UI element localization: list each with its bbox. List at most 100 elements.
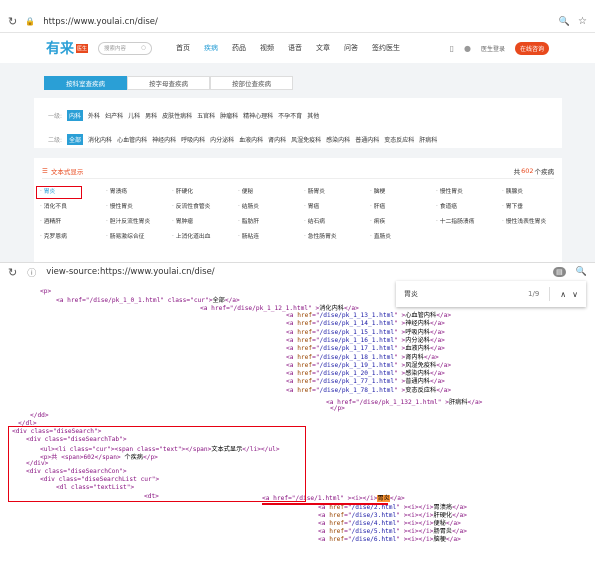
level1-item[interactable]: 其他 [307, 111, 319, 120]
disease-link[interactable]: · 肠胃炎 [304, 186, 325, 195]
list-title[interactable]: 文本式显示 [51, 166, 84, 176]
disease-link[interactable]: · 肠易激综合征 [106, 231, 144, 240]
underline-mark [262, 503, 388, 505]
disease-link[interactable]: · 胃肿瘤 [172, 216, 193, 225]
level2-item[interactable]: 普通内科 [355, 135, 379, 144]
search-icon[interactable]: ○ [141, 45, 146, 51]
disease-name: 结肠炎 [241, 204, 260, 210]
disease-link[interactable]: · 脂肪肝 [238, 216, 259, 225]
star-icon[interactable]: ☆ [578, 16, 587, 27]
disease-link[interactable]: · 慢性胃炎 [436, 186, 463, 195]
site-header: 有来 医生 搜索内容 ○ 首页 疾病 药品 视频 语音 文章 问答 签约医生 ▯ … [0, 34, 595, 62]
disease-link[interactable]: · 肝硬化 [172, 186, 193, 195]
level2-item[interactable]: 变态反应科 [384, 135, 414, 144]
level2-item[interactable]: 全部 [67, 134, 84, 145]
level2-item[interactable]: 感染内科 [326, 135, 350, 144]
url-text[interactable]: view-source:https://www.youlai.cn/dise/ [46, 267, 214, 277]
reload-icon[interactable]: ↻ [8, 266, 17, 279]
disease-link[interactable]: · 克罗恩病 [40, 231, 67, 240]
level1-item[interactable]: 内科 [67, 110, 84, 121]
level1-item[interactable]: 精神心理科 [243, 111, 273, 120]
disease-link[interactable]: · 便秘 [238, 186, 253, 195]
disease-link[interactable]: · 胆汁反流性胃炎 [106, 216, 150, 225]
disease-name: 胆汁反流性胃炎 [109, 219, 151, 225]
disease-name: 消化不良 [43, 204, 67, 210]
src-line: <p> [40, 288, 52, 295]
disease-link[interactable]: · 胃溃疡 [106, 186, 127, 195]
disease-link[interactable]: · 胰腺炎 [502, 186, 523, 195]
browser2-toolbar: ↻ ⓘ view-source:https://www.youlai.cn/di… [0, 263, 595, 281]
disease-link[interactable]: · 慢性浅表性胃炎 [502, 216, 546, 225]
nav-audio[interactable]: 语音 [288, 43, 302, 53]
search-icon[interactable]: 🔍 [576, 267, 587, 277]
level2-item[interactable]: 风湿免疫科 [291, 135, 321, 144]
level1-item[interactable]: 皮肤性病科 [162, 111, 192, 120]
disease-link[interactable]: · 胃癌 [304, 201, 319, 210]
disease-link[interactable]: · 慢性胃炎 [106, 201, 133, 210]
logo-badge: 医生 [76, 43, 89, 53]
src-line: <a href="/dise/pk_1_132_1.html" >肝病科</a> [326, 399, 483, 406]
logo[interactable]: 有来 [46, 38, 74, 58]
nav-drug[interactable]: 药品 [232, 43, 246, 53]
level1-item[interactable]: 不孕不育 [278, 111, 302, 120]
disease-name: 酒精肝 [43, 219, 62, 225]
disease-name: 肠胃炎 [307, 189, 326, 195]
disease-link[interactable]: · 结石病 [304, 216, 325, 225]
zoom-icon[interactable]: 🔍 [559, 17, 570, 27]
disease-link[interactable]: · 上消化道出血 [172, 231, 210, 240]
tab-letter[interactable]: 按字母查疾病 [127, 76, 210, 90]
nav-qa[interactable]: 问答 [344, 43, 358, 53]
search-box[interactable]: 搜索内容 ○ [98, 41, 153, 55]
disease-link[interactable]: · 十二指肠溃疡 [436, 216, 474, 225]
level1-item[interactable]: 儿科 [128, 111, 140, 120]
level1-item[interactable]: 肿瘤科 [220, 111, 238, 120]
nav-home[interactable]: 首页 [176, 43, 190, 53]
level2-item[interactable]: 神经内科 [152, 135, 176, 144]
disease-name: 肠易激综合征 [109, 234, 145, 240]
consult-button[interactable]: 在线咨询 [514, 41, 549, 55]
nav-disease[interactable]: 疾病 [204, 43, 218, 53]
level2-item[interactable]: 心血管内科 [117, 135, 147, 144]
disease-name: 慢性浅表性胃炎 [505, 219, 547, 225]
nav-doctor[interactable]: 签约医生 [372, 43, 400, 53]
level2-item[interactable]: 血液内科 [239, 135, 263, 144]
reload-icon[interactable]: ↻ [8, 15, 17, 28]
info-icon: ⓘ [27, 268, 37, 279]
disease-link[interactable]: · 肝癌 [370, 201, 385, 210]
disease-link[interactable]: · 反流性食管炎 [172, 201, 210, 210]
level2-item[interactable]: 呼吸内科 [181, 135, 205, 144]
level1-item[interactable]: 男科 [145, 111, 157, 120]
disease-link[interactable]: · 食道癌 [436, 201, 457, 210]
phone-icon[interactable]: ▯ [450, 44, 454, 53]
nav-video[interactable]: 视频 [260, 43, 274, 53]
chevron-down-icon[interactable]: ∨ [572, 290, 578, 299]
level2-item[interactable]: 内分泌科 [210, 135, 234, 144]
tab-body[interactable]: 按部位查疾病 [210, 76, 293, 90]
page-icon[interactable]: ▤ [553, 267, 566, 277]
src-line: <a href="/dise/6.html" ><i></i>脑梗</a> [318, 536, 461, 543]
disease-link[interactable]: · 脑梗 [370, 186, 385, 195]
level2-item[interactable]: 消化内科 [88, 135, 112, 144]
disease-link[interactable]: · 急性肠胃炎 [304, 231, 337, 240]
disease-link[interactable]: · 胃下垂 [502, 201, 523, 210]
find-input[interactable]: 胃炎 [404, 289, 418, 299]
disease-link[interactable]: · 直肠炎 [370, 231, 391, 240]
level1-item[interactable]: 外科 [88, 111, 100, 120]
level1-item[interactable]: 五官科 [197, 111, 215, 120]
disease-link[interactable]: · 消化不良 [40, 201, 67, 210]
login-link[interactable]: 医生登录 [481, 44, 505, 53]
level1-item[interactable]: 妇产科 [105, 111, 123, 120]
disease-link[interactable]: · 结肠炎 [238, 201, 259, 210]
avatar-icon: ● [463, 43, 471, 53]
disease-link[interactable]: · 肠粘连 [238, 231, 259, 240]
search-input[interactable]: 搜索内容 [104, 44, 126, 52]
level2-item[interactable]: 肾内科 [268, 135, 286, 144]
tab-department[interactable]: 按科室查疾病 [44, 76, 127, 90]
level2-item[interactable]: 肝病科 [419, 135, 437, 144]
level2-row: 二级: 全部 消化内科 心血管内科 神经内科 呼吸内科 内分泌科 血液内科 肾内… [48, 134, 437, 145]
url-text[interactable]: https://www.youlai.cn/dise/ [43, 17, 158, 27]
disease-link[interactable]: · 酒精肝 [40, 216, 61, 225]
chevron-up-icon[interactable]: ∧ [560, 290, 566, 299]
disease-link[interactable]: · 痢疾 [370, 216, 385, 225]
nav-article[interactable]: 文章 [316, 43, 330, 53]
